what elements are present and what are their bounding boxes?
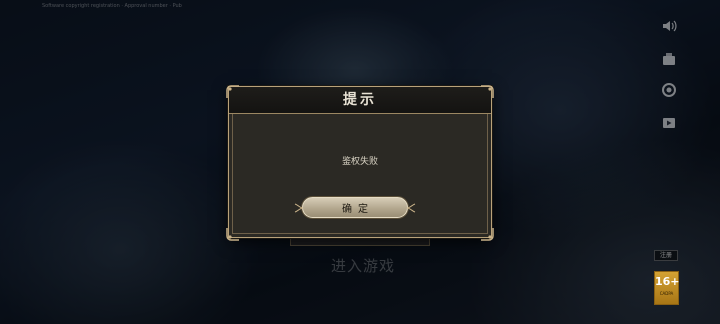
notice-badge[interactable]: 注册 bbox=[654, 250, 678, 261]
legal-text: Software copyright registration · Approv… bbox=[42, 3, 182, 9]
dialog-message: 鉴权失败 bbox=[341, 157, 378, 167]
dialog-title: 提示 bbox=[343, 92, 377, 108]
age-rating-value: 16+ bbox=[655, 275, 680, 288]
corner-ornament-icon bbox=[480, 226, 494, 241]
enter-game-button[interactable]: 进入游戏 bbox=[318, 255, 408, 276]
confirm-button[interactable]: 确定 bbox=[294, 197, 416, 218]
customer-service-icon[interactable] bbox=[660, 81, 678, 99]
corner-ornament-icon bbox=[226, 84, 240, 98]
corner-ornament-icon bbox=[480, 84, 494, 98]
sound-icon[interactable] bbox=[660, 17, 678, 35]
age-rating-badge[interactable]: 16+ CADPA bbox=[654, 271, 680, 305]
button-flourish-icon bbox=[406, 203, 416, 213]
confirm-button-label: 确定 bbox=[342, 204, 374, 215]
announcement-icon[interactable] bbox=[660, 50, 678, 68]
button-flourish-icon bbox=[294, 203, 304, 213]
age-rating-sub: CADPA bbox=[659, 291, 674, 296]
alert-dialog: 提示 鉴权失败 确定 bbox=[226, 84, 494, 241]
video-icon[interactable] bbox=[660, 114, 678, 132]
corner-ornament-icon bbox=[226, 226, 240, 241]
